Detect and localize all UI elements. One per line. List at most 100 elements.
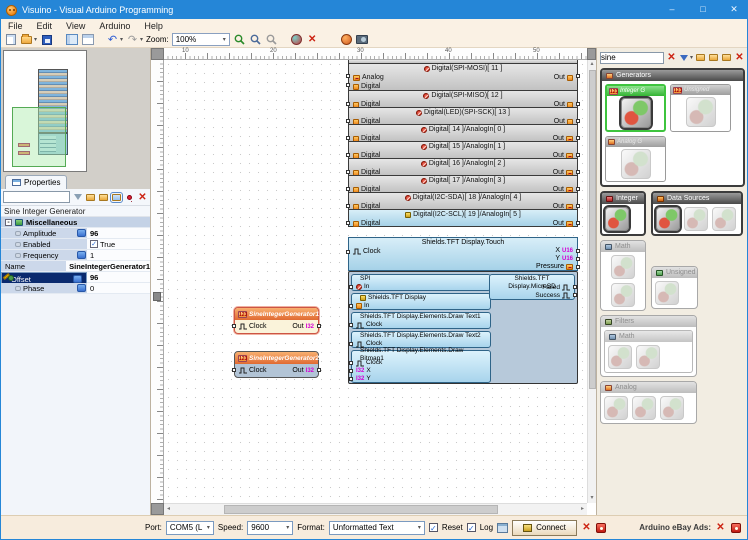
expand-all-icon[interactable] [708, 52, 719, 63]
pin-icon[interactable] [124, 192, 135, 203]
zoom-out-button[interactable] [249, 34, 262, 46]
redo-button[interactable]: ↷ [126, 34, 139, 46]
filter-dropdown-caret[interactable]: ▾ [690, 54, 693, 61]
input-connector[interactable] [349, 323, 353, 327]
component-tile-icon[interactable] [684, 207, 708, 231]
component-tile-icon[interactable] [611, 283, 635, 307]
clear-properties-icon[interactable]: ✕ [137, 192, 148, 203]
scroll-left-arrow[interactable]: ◂ [164, 504, 173, 515]
component-tile-icon[interactable] [603, 205, 631, 233]
property-row-frequency[interactable]: Frequency 1 [1, 250, 150, 261]
pin-row-15[interactable]: Digital[ 15 ]/AnalogIn[ 1 ] Digital Out [346, 141, 580, 159]
category-unsigned[interactable]: Unsigned [651, 266, 698, 309]
save-button[interactable] [40, 34, 53, 46]
input-connector[interactable] [349, 285, 353, 289]
delete-button[interactable]: ✕ [306, 34, 319, 46]
pin-row-16[interactable]: Digital[ 16 ]/AnalogIn[ 2 ] Digital Out [346, 158, 580, 176]
input-connector[interactable] [346, 119, 350, 123]
input-connector[interactable] [346, 102, 350, 106]
component-tile-icon[interactable] [611, 255, 635, 279]
component-tile-icon[interactable] [685, 97, 716, 127]
value-editor-badge[interactable] [77, 251, 86, 259]
port-select[interactable]: COM5 (L ▾ [165, 520, 214, 535]
output-connector[interactable] [576, 136, 580, 140]
overview-viewport[interactable] [12, 107, 66, 167]
ads-record-icon[interactable] [730, 522, 741, 533]
input-connector[interactable] [346, 221, 350, 225]
value-editor-badge[interactable] [77, 284, 86, 292]
design-canvas[interactable]: Digital(SPI-MOSI)[ 11 ] Analog Out Digit… [164, 60, 587, 503]
input-connector[interactable] [349, 377, 353, 381]
menu-file[interactable]: File [1, 21, 30, 31]
tft-display-group-block[interactable]: SPI In Shields.TFT Display In Shields.TF… [348, 271, 578, 384]
menu-edit[interactable]: Edit [30, 21, 60, 31]
format-select[interactable]: Unformatted Text ▾ [328, 520, 425, 535]
menu-help[interactable]: Help [137, 21, 170, 31]
collapse-icon[interactable]: - [5, 218, 12, 226]
tft-touch-block[interactable]: Shields.TFT Display.Touch Clock X U16 Y U1… [346, 237, 580, 271]
component-tile-icon[interactable] [655, 281, 679, 305]
undo-dropdown-caret[interactable]: ▾ [120, 36, 123, 43]
menu-view[interactable]: View [59, 21, 92, 31]
category-analog[interactable]: Analog [600, 381, 697, 424]
close-palette-icon[interactable]: ✕ [734, 52, 745, 63]
input-connector[interactable] [349, 361, 353, 365]
component-tile-icon[interactable] [712, 207, 736, 231]
category-generators[interactable]: Generators 123 Integer G 123 Unsigned Anal… [600, 68, 745, 187]
palette-item-analog-generator[interactable]: Analog G [605, 136, 666, 182]
maximize-button[interactable]: □ [690, 1, 716, 19]
open-dropdown-caret[interactable]: ▾ [34, 36, 37, 43]
output-connector[interactable] [576, 257, 580, 261]
minimize-button[interactable]: – [659, 1, 685, 19]
pin-row-sck[interactable]: Digital(LED)(SPI-SCK)[ 13 ] Digital Out [346, 107, 580, 125]
pin-row-sda[interactable]: Digital(I2C-SDA)[ 18 ]/AnalogIn[ 4 ] Dig… [346, 192, 580, 210]
collapse-folder-icon[interactable] [85, 192, 96, 203]
pin-row-17[interactable]: Digital[ 17 ]/AnalogIn[ 3 ] Digital Out [346, 175, 580, 193]
input-connector[interactable] [349, 369, 353, 373]
property-row-amplitude[interactable]: Amplitude 96 [1, 228, 150, 239]
input-connector[interactable] [346, 250, 350, 254]
tft-display-subblock[interactable]: Shields.TFT Display In [349, 293, 491, 310]
group-folder-icon[interactable] [110, 191, 123, 203]
disconnect-icon[interactable]: ✕ [581, 522, 592, 533]
redo-dropdown-caret[interactable]: ▾ [140, 36, 143, 43]
close-ads-icon[interactable]: ✕ [715, 522, 726, 533]
open-project-button[interactable] [20, 33, 33, 46]
pin-row-14[interactable]: Digital[ 14 ]/AnalogIn[ 0 ] Digital Out [346, 124, 580, 142]
scroll-right-arrow[interactable]: ▸ [578, 504, 587, 515]
sine-generator-1-block[interactable]: 123 SineIntegerGenerator1 Clock Out I32 [232, 307, 321, 334]
spi-subblock[interactable]: SPI In [349, 274, 491, 291]
menu-arduino[interactable]: Arduino [92, 21, 137, 31]
pin-row-miso[interactable]: Digital(SPI-MISO)[ 12 ] Digital Out [346, 90, 580, 108]
reset-checkbox[interactable] [428, 523, 438, 532]
output-connector[interactable] [576, 221, 580, 225]
category-integer[interactable]: Integer [600, 191, 646, 236]
property-category-row[interactable]: - Miscellaneous [1, 217, 150, 228]
output-connector[interactable] [317, 368, 321, 372]
microsd-subblock[interactable]: Shields.TFT Display.MicroSD Failed Succe… [489, 274, 577, 300]
component-tile-icon[interactable] [636, 345, 660, 369]
terminal-window-button[interactable] [497, 522, 509, 533]
draw-bitmap-subblock[interactable]: Shields.TFT Display.Elements.Draw Bitmap… [349, 347, 491, 383]
output-connector[interactable] [576, 170, 580, 174]
output-connector[interactable] [576, 74, 580, 78]
property-row-name[interactable]: Name SineIntegerGenerator1 [1, 261, 150, 272]
screenshot-button[interactable] [356, 34, 369, 46]
input-connector[interactable] [349, 342, 353, 346]
record-icon[interactable] [596, 522, 607, 533]
component-tile-icon[interactable] [654, 205, 682, 233]
value-editor-badge[interactable] [77, 229, 86, 237]
build-upload-button[interactable] [290, 34, 303, 46]
log-checkbox[interactable] [466, 523, 476, 532]
input-connector[interactable] [346, 187, 350, 191]
zoom-select[interactable]: 100% ▾ [171, 33, 230, 46]
scroll-up-arrow[interactable]: ▴ [588, 60, 596, 69]
output-connector[interactable] [576, 204, 580, 208]
output-connector[interactable] [576, 265, 580, 269]
component-tile-icon[interactable] [632, 396, 656, 420]
zoom-fit-button[interactable] [265, 34, 278, 46]
input-connector[interactable] [232, 368, 236, 372]
draw-text1-subblock[interactable]: Shields.TFT Display.Elements.Draw Text1 … [349, 312, 491, 329]
output-connector[interactable] [573, 285, 577, 289]
connect-button[interactable]: Connect [512, 519, 577, 536]
